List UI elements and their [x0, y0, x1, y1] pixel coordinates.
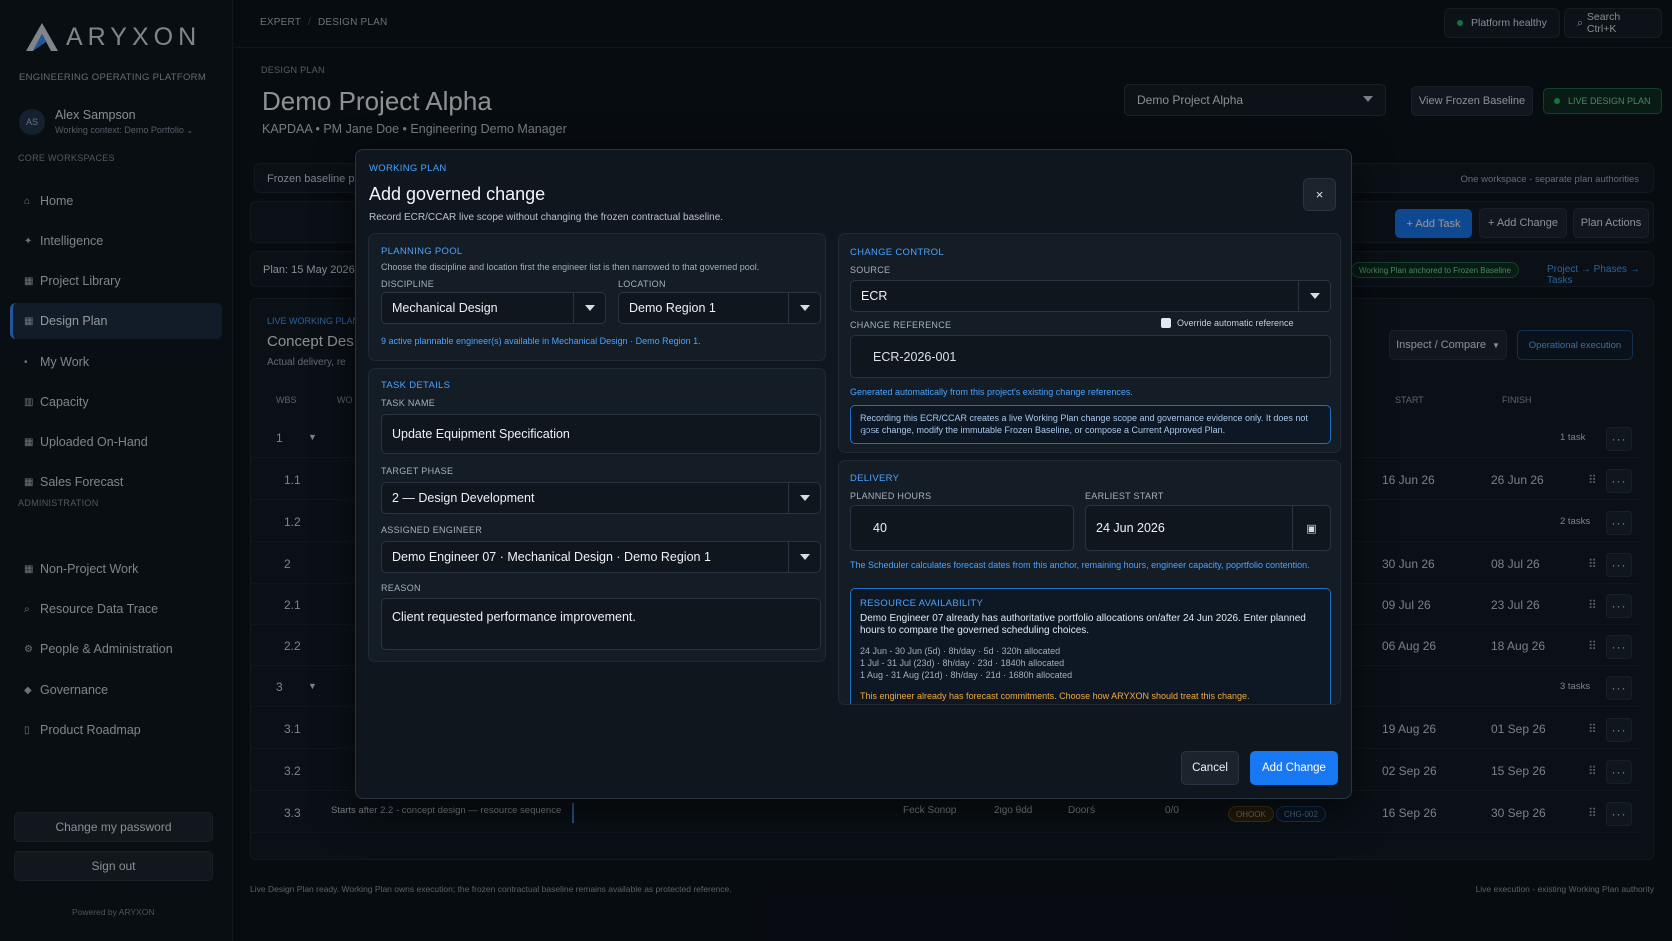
earliest-start-label: EARLIEST START [1085, 491, 1164, 501]
cancel-button[interactable]: Cancel [1181, 751, 1239, 785]
modal-subtitle: Record ECR/CCAR live scope without chang… [369, 212, 724, 223]
add-change-submit-button[interactable]: Add Change [1250, 751, 1338, 785]
change-scope-info: Recording this ECR/CCAR creates a live W… [850, 405, 1331, 444]
planning-pool-help: Choose the discipline and location first… [381, 262, 760, 272]
target-phase-label: TARGET PHASE [381, 466, 454, 476]
checkbox-icon [1161, 318, 1171, 328]
resource-availability-heading: RESOURCE AVAILABILITY [860, 598, 984, 609]
calendar-icon[interactable]: ▣ [1292, 506, 1330, 550]
forecast-commitment-warning: This engineer already has forecast commi… [860, 691, 1250, 701]
override-reference-label: Override automatic reference [1177, 318, 1294, 328]
close-icon[interactable]: × [1303, 178, 1336, 211]
generated-reference-note: Generated automatically from this projec… [850, 387, 1133, 397]
discipline-label: DISCIPLINE [381, 279, 435, 289]
task-details-heading: TASK DETAILS [381, 380, 451, 391]
planning-pool-heading: PLANNING POOL [381, 246, 463, 257]
scheduler-note: The Scheduler calculates forecast dates … [850, 560, 1310, 570]
task-name-input[interactable]: Update Equipment Specification [381, 414, 821, 454]
delivery-card: DELIVERY PLANNED HOURS 40 EARLIEST START… [838, 460, 1341, 705]
chevron-down-icon [573, 293, 605, 323]
target-phase-value: 2 — Design Development [392, 491, 535, 505]
modal-title: Add governed change [369, 184, 546, 204]
chevron-down-icon [788, 542, 820, 572]
chevron-down-icon [788, 293, 820, 323]
discipline-value: Mechanical Design [392, 301, 498, 315]
source-select[interactable]: ECR [850, 280, 1331, 312]
location-label: LOCATION [618, 279, 666, 289]
planning-pool-card: PLANNING POOL Choose the discipline and … [368, 233, 826, 361]
chevron-down-icon [1298, 281, 1330, 311]
chevron-down-icon [788, 483, 820, 513]
earliest-start-input[interactable]: 24 Jun 2026 ▣ [1085, 505, 1331, 551]
planned-hours-input[interactable]: 40 [850, 505, 1074, 551]
earliest-start-value: 24 Jun 2026 [1096, 521, 1165, 535]
location-value: Demo Region 1 [629, 301, 716, 315]
modal-kicker: WORKING PLAN [369, 163, 447, 174]
allocation-line-3: 1 Aug - 31 Aug (21d) · 8h/day · 21d · 16… [860, 670, 1073, 680]
change-control-card: CHANGE CONTROL SOURCE ECR CHANGE REFEREN… [838, 233, 1341, 453]
change-control-heading: CHANGE CONTROL [850, 247, 944, 258]
task-details-card: TASK DETAILS TASK NAME Update Equipment … [368, 368, 826, 662]
change-reference-label: CHANGE REFERENCE [850, 320, 952, 330]
change-reference-input[interactable]: ECR-2026-001 [850, 335, 1331, 378]
delivery-heading: DELIVERY [850, 473, 900, 484]
target-phase-select[interactable]: 2 — Design Development [381, 482, 821, 514]
allocation-line-2: 1 Jul - 31 Jul (23d) · 8h/day · 23d · 18… [860, 658, 1065, 668]
assigned-engineer-select[interactable]: Demo Engineer 07 · Mechanical Design · D… [381, 541, 821, 573]
source-label: SOURCE [850, 265, 891, 275]
assigned-engineer-label: ASSIGNED ENGINEER [381, 525, 483, 535]
add-governed-change-dialog: WORKING PLAN Add governed change Record … [355, 149, 1352, 799]
reason-label: REASON [381, 583, 421, 593]
discipline-select[interactable]: Mechanical Design [381, 292, 606, 324]
allocation-line-1: 24 Jun - 30 Jun (5d) · 8h/day · 5d · 320… [860, 646, 1061, 656]
resource-availability-text: Demo Engineer 07 already has authoritati… [860, 613, 1306, 636]
location-select[interactable]: Demo Region 1 [618, 292, 821, 324]
override-reference-checkbox[interactable]: Override automatic reference [1161, 318, 1294, 328]
task-name-label: TASK NAME [381, 398, 436, 408]
reason-textarea[interactable]: Client requested performance improvement… [381, 598, 821, 650]
source-value: ECR [861, 289, 888, 303]
resource-availability-panel: RESOURCE AVAILABILITY Demo Engineer 07 a… [850, 588, 1331, 704]
planned-hours-label: PLANNED HOURS [850, 491, 932, 501]
assigned-engineer-value: Demo Engineer 07 · Mechanical Design · D… [392, 550, 711, 564]
available-engineers-text: 9 active plannable engineer(s) available… [381, 336, 701, 346]
